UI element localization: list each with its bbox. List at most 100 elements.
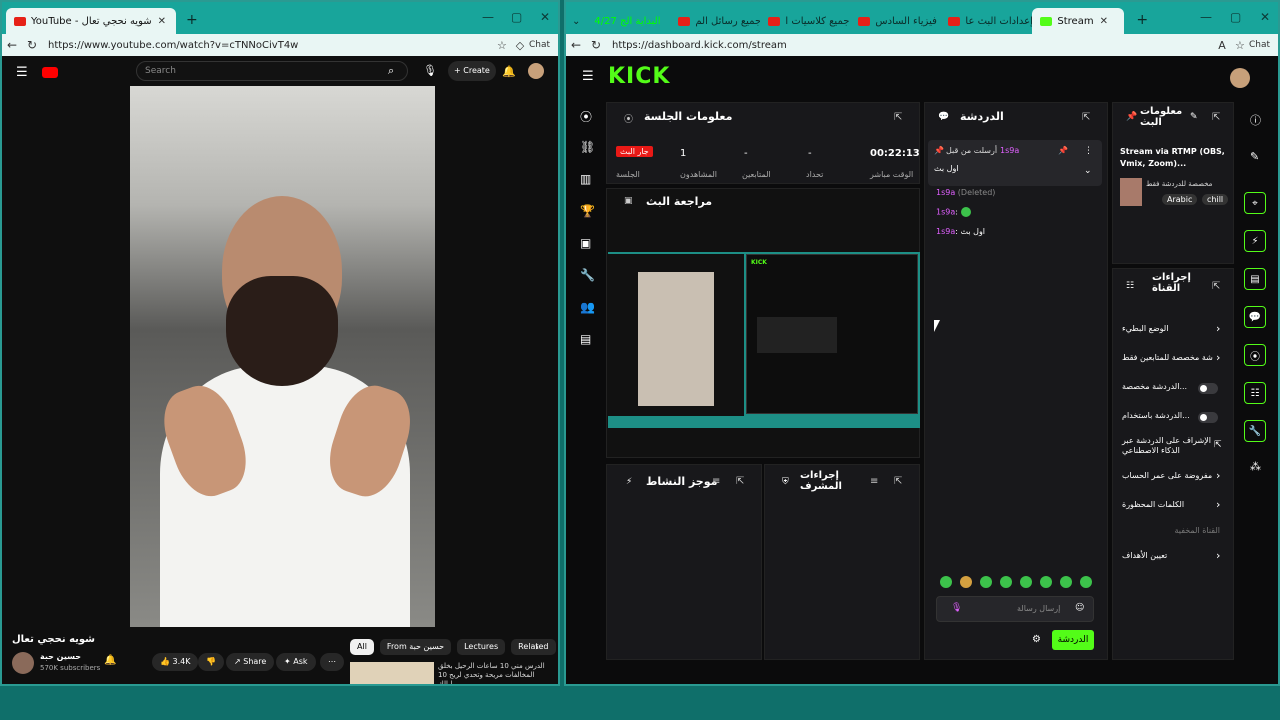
users-icon[interactable]: 👥 [580,300,595,314]
layout-icon[interactable]: ☷ [1244,382,1266,404]
refresh-icon[interactable]: ↻ [586,38,606,52]
emote-icon[interactable] [1000,576,1012,588]
popout-icon[interactable]: ⇱ [894,112,902,123]
note-icon[interactable]: ▤ [1244,268,1266,290]
read-aloud-icon[interactable]: A [1213,39,1231,52]
ai-moderation-item[interactable]: الإشراف على الدردشة عبر الذكاء الاصطناعي [1122,436,1214,456]
bell-subscribe-icon[interactable]: 🔔 [104,655,116,666]
filter-icon[interactable]: ≡ [870,476,878,487]
chat-icon[interactable]: 💬 [1244,306,1266,328]
tab-stream[interactable]: Stream ✕ [1032,8,1125,34]
popout-icon[interactable]: ⇱ [1212,112,1220,123]
new-tab-button[interactable]: + [186,12,198,28]
channel-avatar[interactable] [12,652,34,674]
mic-icon[interactable]: 🎙 [423,64,437,77]
crosshair-icon[interactable]: ⌖ [1244,192,1266,214]
stream-icon[interactable]: ⦿ [580,108,592,125]
like-button[interactable]: 👍 3.4K [152,653,199,671]
search-icon[interactable]: ⌕ [388,64,394,78]
chevron-right-icon[interactable]: › [1216,351,1220,364]
emoji-icon[interactable]: ☺ [1075,603,1084,613]
wrench-icon[interactable]: 🔧 [580,268,595,282]
chip-related[interactable]: Related [511,639,556,655]
recommended-thumbnail[interactable] [350,662,434,684]
create-button[interactable]: + Create [448,61,496,81]
channel-name[interactable]: حسين حبة [40,652,81,661]
pinned-message[interactable]: 📌 أرسلت من قبل 1s9a اول بث 📌 ⋮ ⌄ [928,140,1102,186]
search-input[interactable]: Search [136,61,408,81]
more-button[interactable]: ⋯ [320,653,344,671]
star-icon[interactable]: ☆ [493,39,511,52]
chevron-right-icon[interactable]: › [1216,498,1220,511]
close-window-button[interactable]: ✕ [540,10,550,24]
edit-icon[interactable]: ✎ [1250,150,1259,163]
share-button[interactable]: ↗ Share [226,653,275,671]
tab-youtube[interactable]: YouTube - شويه نحجي تعال ✕ [6,8,176,34]
maximize-button[interactable]: ▢ [1230,10,1241,24]
subs-only-toggle[interactable] [1198,383,1218,394]
url-input[interactable]: https://dashboard.kick.com/stream [612,40,1213,51]
chevron-right-icon[interactable]: › [1216,469,1220,482]
emote-icon[interactable] [1060,576,1072,588]
pinned-user[interactable]: 1s9a [1000,146,1019,155]
copilot-chat-button[interactable]: Chat [1249,40,1270,50]
maximize-button[interactable]: ▢ [511,10,522,24]
gear-icon[interactable]: ⚙ [1032,634,1041,645]
close-icon[interactable]: ✕ [1100,16,1108,27]
chip-all[interactable]: All [350,639,374,655]
video-icon[interactable]: ▣ [580,236,591,250]
send-chat-button[interactable]: الدردشة [1052,630,1094,650]
tab-4[interactable]: فيزياء السادس [850,8,940,34]
menu-icon[interactable]: ☰ [582,69,594,84]
ask-button[interactable]: ✦ Ask [276,653,316,671]
tab-3[interactable]: جميع كلاسيات ا [760,8,850,34]
emote-icon[interactable] [980,576,992,588]
tab-2[interactable]: جميع رسائل الم [670,8,760,34]
tag-arabic[interactable]: Arabic [1162,194,1198,205]
external-link-icon[interactable]: ⇱ [1214,440,1222,450]
close-icon[interactable]: ✕ [158,16,166,27]
tab-5[interactable]: إعدادات البث عا [940,8,1032,34]
trophy-icon[interactable]: 🏆 [580,204,595,218]
bolt-icon[interactable]: ⚡ [1244,230,1266,252]
avatar[interactable] [528,63,544,79]
chevron-right-icon[interactable]: › [1216,322,1220,335]
popout-icon[interactable]: ⇱ [736,476,744,487]
close-window-button[interactable]: ✕ [1260,10,1270,24]
info-icon[interactable]: ⓘ [1250,112,1261,128]
back-icon[interactable]: ← [566,38,586,52]
chevron-down-icon[interactable]: ⌄ [1084,166,1092,176]
emotes-only-toggle[interactable] [1198,412,1218,423]
broadcast-icon[interactable]: ⦿ [1244,344,1266,366]
emote-icon[interactable] [1020,576,1032,588]
kick-logo[interactable]: KICK [608,64,670,89]
recommended-title[interactable]: الدرس مني 10 ساعات الرحيل بخلق المخالفات… [438,662,546,684]
popout-icon[interactable]: ⇱ [1082,112,1090,123]
emote-icon[interactable] [1080,576,1092,588]
chart-icon[interactable]: ▥ [580,172,591,186]
minimize-button[interactable]: — [482,10,494,24]
chevron-right-icon[interactable]: › [535,642,539,653]
video-player[interactable] [130,86,435,627]
tab-list-icon[interactable]: ⌄ [572,16,580,27]
new-tab-button[interactable]: + [1136,12,1148,28]
link-icon[interactable]: ⛓ [580,140,595,154]
dislike-button[interactable]: 👎 [198,653,224,671]
popout-icon[interactable]: ⇱ [894,476,902,487]
preview-frame[interactable]: KICK [608,252,920,428]
minimize-button[interactable]: — [1200,10,1212,24]
copilot-chat-button[interactable]: Chat [529,40,550,50]
chip-lectures[interactable]: Lectures [457,639,506,655]
emote-icon[interactable] [960,576,972,588]
chat-input[interactable]: 🎙 إرسال رسالة ☺ [936,596,1094,622]
more-icon[interactable]: ⋮ [1084,146,1093,156]
url-input[interactable]: https://www.youtube.com/watch?v=cTNNoCiv… [48,40,493,51]
tab-1[interactable]: البداية الج 4/27 [586,8,670,34]
youtube-logo[interactable] [41,66,58,78]
wrench-icon[interactable]: 🔧 [1244,420,1266,442]
star-icon[interactable]: ☆ [1231,39,1249,52]
bell-icon[interactable]: 🔔 [502,65,516,78]
dashboard-icon[interactable]: ▤ [580,332,591,346]
refresh-icon[interactable]: ↻ [22,38,42,52]
unpin-icon[interactable]: 📌 [1058,146,1068,155]
